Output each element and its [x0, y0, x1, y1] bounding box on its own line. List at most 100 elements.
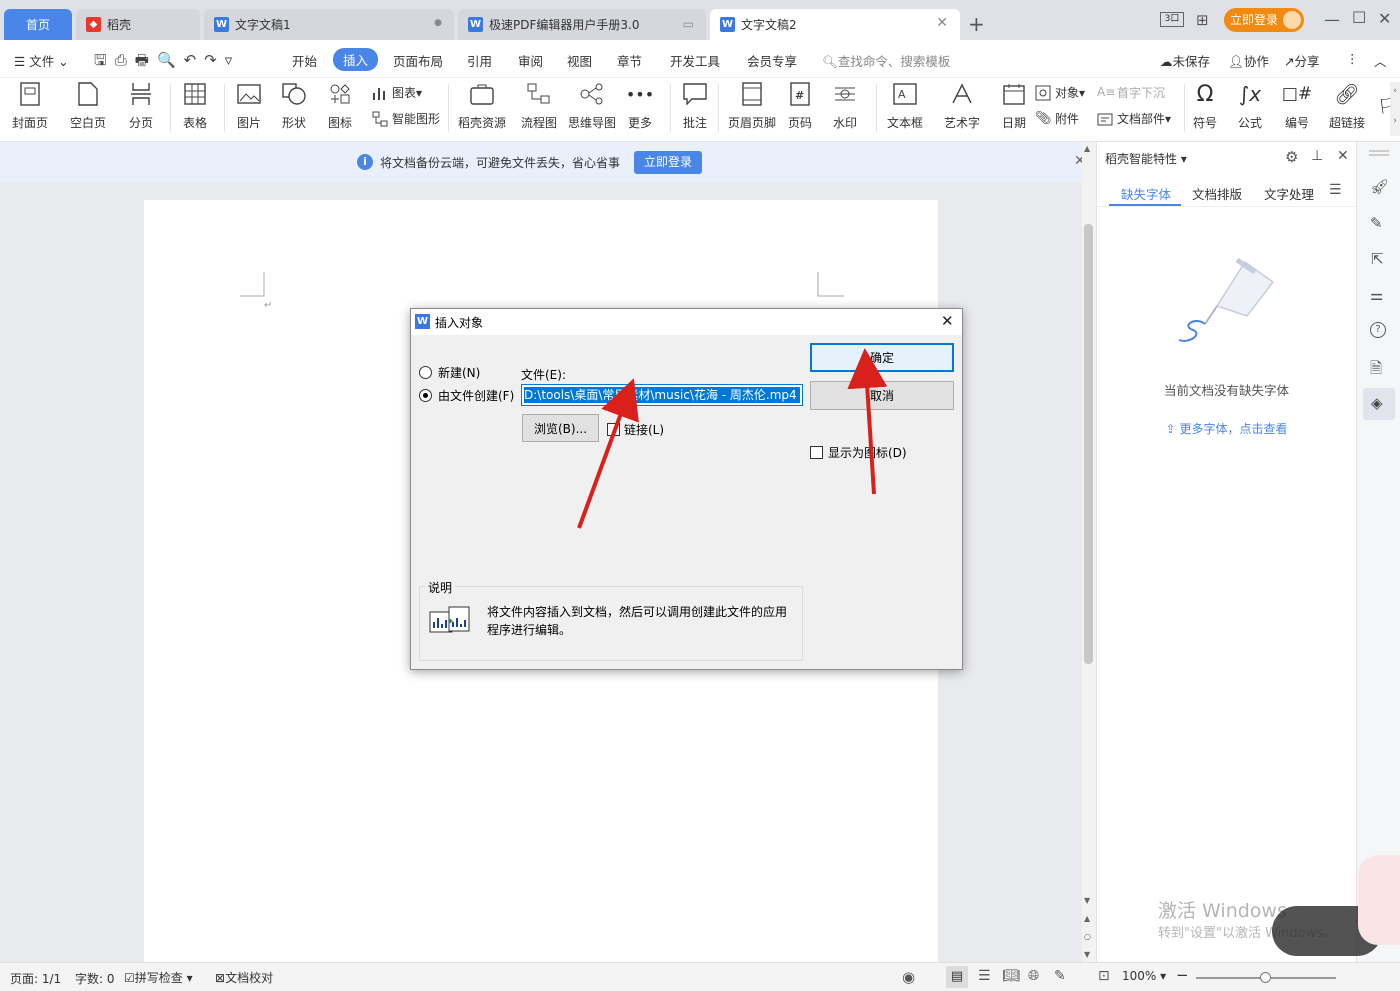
- smartart-button[interactable]: 智能图形: [372, 110, 440, 127]
- quick-access-icons[interactable]: 🖫⎙🖶🔍↶↷▿: [94, 50, 240, 75]
- cancel-button[interactable]: 取消: [810, 381, 954, 410]
- close-pane-icon[interactable]: ✕: [1337, 148, 1349, 164]
- translate-icon[interactable]: 🗎︎: [1370, 358, 1382, 383]
- menu-member[interactable]: 会员专享: [747, 51, 797, 70]
- cursor-select-icon[interactable]: ⇱: [1371, 250, 1384, 268]
- web-view-icon[interactable]: 🌐︎: [1028, 968, 1039, 984]
- pin-icon[interactable]: ⊥: [1311, 148, 1323, 164]
- ribbon-scroll-icon[interactable]: ‹ ›: [1390, 82, 1400, 136]
- maximize-icon[interactable]: ☐: [1352, 8, 1366, 27]
- zoom-out-icon[interactable]: −: [1176, 966, 1189, 984]
- radio-from-file[interactable]: [419, 389, 432, 402]
- sliders-icon[interactable]: ⚌: [1370, 286, 1383, 304]
- menu-page-layout[interactable]: 页面布局: [393, 51, 443, 70]
- link-checkbox[interactable]: [607, 423, 620, 436]
- pane-tab-text-processing[interactable]: 文字处理: [1264, 184, 1314, 203]
- reading-view-icon[interactable]: 📖︎: [1002, 968, 1020, 984]
- menu-review[interactable]: 审阅: [518, 51, 543, 70]
- pane-menu-icon[interactable]: ☰: [1329, 182, 1342, 198]
- scrollbar-thumb[interactable]: [1084, 224, 1093, 664]
- dialog-titlebar[interactable]: W 插入对象 ✕: [411, 309, 962, 335]
- scroll-page-icons[interactable]: ▼ ▲ ○ ▼: [1084, 892, 1091, 964]
- watermark-button[interactable]: 水印: [832, 80, 858, 131]
- formula-button[interactable]: ∫x 公式: [1237, 80, 1263, 131]
- vertical-scrollbar[interactable]: ▲ ▼ ▲ ○ ▼: [1082, 142, 1096, 962]
- minimize-icon[interactable]: —: [1324, 10, 1340, 29]
- radio-new[interactable]: [419, 366, 432, 379]
- docer-resources-button[interactable]: 稻壳资源: [458, 80, 506, 131]
- share-button[interactable]: ↗分享: [1284, 51, 1320, 70]
- object-button[interactable]: 对象 ▾: [1035, 84, 1085, 101]
- command-search[interactable]: 🔍︎查找命令、搜索模板: [822, 51, 950, 70]
- cover-page-button[interactable]: 封面页: [12, 80, 48, 131]
- file-path-input[interactable]: D:\tools\桌面\常用素材\music\花海 - 周杰伦.mp4: [521, 384, 803, 406]
- window-layout-icon[interactable]: 3口: [1160, 12, 1184, 27]
- help-icon[interactable]: ?: [1370, 322, 1386, 338]
- rocket-icon[interactable]: 🚀︎: [1370, 178, 1389, 196]
- hyperlink-button[interactable]: 🔗︎ 超链接: [1329, 80, 1365, 131]
- scroll-up-icon[interactable]: ▲: [1084, 144, 1090, 153]
- tab-pdf-manual[interactable]: W 极速PDF编辑器用户手册3.0 ▭: [458, 9, 706, 40]
- browse-button[interactable]: 浏览(B)...: [522, 414, 599, 442]
- flowchart-button[interactable]: 流程图: [521, 80, 557, 131]
- numbering-button[interactable]: □# 编号: [1282, 80, 1312, 131]
- login-button[interactable]: 立即登录: [1224, 8, 1304, 32]
- blank-page-button[interactable]: 空白页: [70, 80, 106, 131]
- settings-gear-icon[interactable]: ⚙: [1285, 148, 1298, 166]
- more-button[interactable]: ••• 更多: [626, 80, 654, 131]
- page-view-icon[interactable]: ▤: [946, 966, 968, 988]
- create-new-option[interactable]: 新建(N): [419, 364, 480, 381]
- symbol-button[interactable]: Ω 符号: [1192, 80, 1218, 131]
- collapse-ribbon-icon[interactable]: ︿: [1374, 51, 1387, 70]
- unsaved-button[interactable]: ☁未保存: [1160, 51, 1210, 70]
- pane-title[interactable]: 稻壳智能特性 ▾: [1105, 150, 1187, 167]
- icons-button[interactable]: 图标: [327, 80, 353, 131]
- shape-button[interactable]: 形状: [281, 80, 307, 131]
- create-from-file-option[interactable]: 由文件创建(F): [419, 387, 514, 404]
- tab-docer[interactable]: ◆ 稻壳: [76, 9, 200, 40]
- menu-references[interactable]: 引用: [467, 51, 492, 70]
- file-menu[interactable]: ☰ 文件 ⌄: [14, 51, 69, 70]
- menu-insert[interactable]: 插入: [333, 48, 379, 71]
- docparts-button[interactable]: 文档部件 ▾: [1097, 110, 1171, 127]
- mindmap-button[interactable]: 思维导图: [568, 80, 616, 131]
- more-menu-icon[interactable]: ⋮: [1346, 51, 1359, 66]
- new-tab-icon[interactable]: +: [968, 12, 985, 36]
- eye-protection-icon[interactable]: ◉: [902, 968, 915, 986]
- zoom-select[interactable]: 100% ▾: [1122, 969, 1166, 983]
- tab-doc1[interactable]: W 文字文稿1 ●: [204, 9, 454, 40]
- pen-mode-icon[interactable]: ✎: [1054, 968, 1066, 984]
- ok-button[interactable]: 确定: [810, 343, 954, 372]
- display-as-icon-option[interactable]: 显示为图标(D): [810, 444, 907, 461]
- collaborate-button[interactable]: 👤︎协作: [1228, 51, 1269, 70]
- page-indicator[interactable]: 页面: 1/1: [10, 970, 61, 987]
- page-break-button[interactable]: 分页: [128, 80, 154, 131]
- spellcheck-button[interactable]: ☑拼写检查 ▾: [124, 969, 193, 986]
- smart-features-active[interactable]: ◈: [1363, 388, 1395, 420]
- pane-tab-missing-fonts[interactable]: 缺失字体: [1121, 184, 1171, 203]
- zoom-slider-handle[interactable]: [1260, 972, 1271, 983]
- link-option[interactable]: 链接(L): [607, 421, 664, 438]
- fit-page-icon[interactable]: ⊡: [1098, 968, 1110, 984]
- textbox-button[interactable]: A 文本框: [887, 80, 923, 131]
- tab-doc2[interactable]: W 文字文稿2 ✕: [710, 9, 960, 40]
- word-count[interactable]: 字数: 0: [75, 970, 115, 987]
- date-button[interactable]: 日期: [1001, 80, 1027, 131]
- header-footer-button[interactable]: 页眉页脚: [728, 80, 776, 131]
- menu-developer[interactable]: 开发工具: [670, 51, 720, 70]
- notice-login-button[interactable]: 立即登录: [634, 151, 702, 174]
- menu-view[interactable]: 视图: [567, 51, 592, 70]
- menu-start[interactable]: 开始: [292, 51, 317, 70]
- chart-button[interactable]: 图表 ▾: [372, 84, 422, 101]
- pencil-icon[interactable]: ✎: [1370, 214, 1383, 232]
- grid-apps-icon[interactable]: ⊞: [1196, 11, 1209, 29]
- attachment-button[interactable]: 📎︎ 附件: [1035, 110, 1079, 127]
- dialog-close-icon[interactable]: ✕: [941, 312, 954, 330]
- wordart-button[interactable]: 艺术字: [944, 80, 980, 131]
- page-number-button[interactable]: # 页码: [787, 80, 813, 131]
- tab-home[interactable]: 首页: [4, 9, 72, 40]
- menu-chapter[interactable]: 章节: [617, 51, 642, 70]
- outline-view-icon[interactable]: ☰: [978, 968, 991, 984]
- display-as-icon-checkbox[interactable]: [810, 446, 823, 459]
- zoom-slider[interactable]: [1196, 972, 1336, 983]
